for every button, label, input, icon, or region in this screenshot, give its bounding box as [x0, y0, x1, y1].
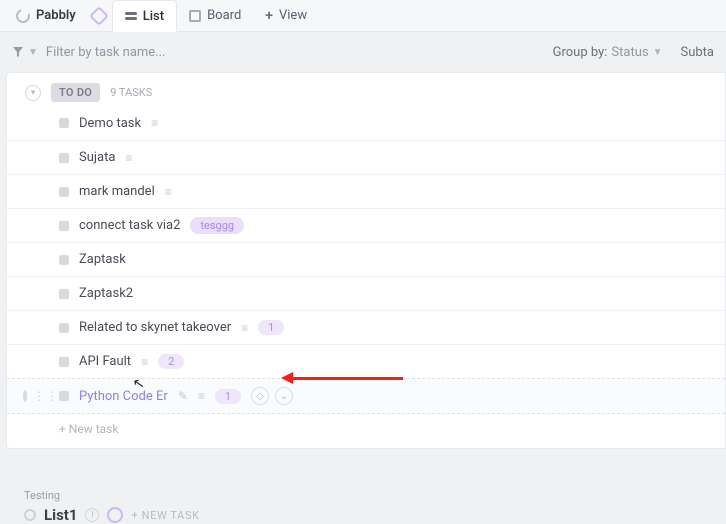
- tab-list[interactable]: List: [112, 0, 177, 32]
- chevron-down-icon: ▼: [28, 47, 38, 58]
- new-task-button[interactable]: + NEW TASK: [131, 509, 199, 522]
- subtask-count[interactable]: 1: [258, 320, 284, 335]
- description-icon: ≡: [141, 355, 148, 369]
- task-row[interactable]: Zaptask: [7, 242, 725, 276]
- filter-input[interactable]: Filter by task name...: [46, 45, 553, 60]
- funnel-icon: [12, 46, 24, 58]
- purple-badge-icon[interactable]: [107, 507, 123, 523]
- tab-board-label: Board: [207, 8, 241, 23]
- brand[interactable]: Pabbly: [6, 4, 86, 27]
- task-name[interactable]: mark mandel: [79, 184, 155, 199]
- status-square-icon[interactable]: [59, 118, 69, 128]
- task-name[interactable]: Demo task: [79, 116, 141, 131]
- filter-bar: ▼ Filter by task name... Group by: Statu…: [0, 32, 726, 72]
- task-row[interactable]: API Fault ≡ 2: [7, 344, 725, 378]
- task-row[interactable]: mark mandel ≡: [7, 174, 725, 208]
- tab-board[interactable]: Board: [177, 0, 253, 32]
- top-nav: Pabbly List Board + View: [0, 0, 726, 32]
- description-icon: ≡: [165, 185, 172, 199]
- task-name[interactable]: Related to skynet takeover: [79, 320, 231, 335]
- task-row[interactable]: Related to skynet takeover ≡ 1: [7, 310, 725, 344]
- status-square-icon[interactable]: [59, 153, 69, 163]
- space-badge-icon[interactable]: [89, 6, 109, 26]
- task-row[interactable]: Zaptask2: [7, 276, 725, 310]
- select-circle-icon[interactable]: [24, 509, 36, 521]
- description-icon: ≡: [151, 116, 158, 130]
- description-icon: ≡: [241, 321, 248, 335]
- task-name[interactable]: API Fault: [79, 354, 131, 369]
- plus-icon: +: [265, 8, 273, 24]
- filter-button[interactable]: ▼: [12, 46, 38, 58]
- section-header: ▾ TO DO 9 TASKS: [7, 73, 725, 106]
- status-square-icon[interactable]: [59, 323, 69, 333]
- task-name[interactable]: connect task via2: [79, 218, 180, 233]
- board-icon: [189, 10, 201, 22]
- new-task-button[interactable]: + New task: [7, 414, 725, 448]
- status-square-icon[interactable]: [59, 357, 69, 367]
- description-icon: ≡: [198, 389, 205, 403]
- tab-view-label: View: [279, 8, 307, 23]
- task-row[interactable]: Sujata ≡: [7, 140, 725, 174]
- task-row[interactable]: connect task via2 tesggg: [7, 208, 725, 242]
- subtasks-toggle[interactable]: Subta: [680, 45, 714, 60]
- description-icon: ≡: [125, 151, 132, 165]
- task-tag[interactable]: tesggg: [190, 217, 244, 234]
- list-title[interactable]: List1: [44, 506, 77, 524]
- secondary-list: Testing List1 i + NEW TASK: [0, 489, 726, 524]
- brand-label: Pabbly: [36, 8, 76, 23]
- group-label: Testing: [24, 489, 726, 502]
- task-list-pane: ▾ TO DO 9 TASKS Demo task ≡ Sujata ≡ mar…: [6, 72, 726, 449]
- assignee-icon[interactable]: ⌄: [275, 387, 293, 405]
- status-square-icon[interactable]: [59, 289, 69, 299]
- row-actions: ◇ ⌄: [251, 387, 293, 405]
- tab-list-label: List: [143, 9, 164, 24]
- subtask-count[interactable]: 2: [158, 354, 184, 369]
- task-name[interactable]: Zaptask2: [79, 286, 133, 301]
- list-icon: [125, 12, 137, 20]
- task-count: 9 TASKS: [110, 86, 152, 99]
- status-square-icon[interactable]: [59, 221, 69, 231]
- cursor-icon: ↖: [132, 375, 146, 393]
- tag-icon[interactable]: ◇: [251, 387, 269, 405]
- row-handle[interactable]: ⋮⋮: [13, 389, 53, 403]
- chevron-down-icon: ▼: [653, 47, 663, 58]
- group-by[interactable]: Group by: Status ▼: [553, 45, 663, 60]
- group-by-value: Status: [611, 45, 648, 60]
- status-square-icon[interactable]: [59, 187, 69, 197]
- edit-icon[interactable]: ✎: [178, 389, 188, 403]
- task-name[interactable]: Python Code Er: [79, 389, 168, 404]
- brand-swirl-icon: [14, 6, 33, 25]
- status-square-icon[interactable]: [59, 255, 69, 265]
- group-by-label: Group by:: [553, 45, 608, 60]
- info-icon[interactable]: i: [85, 508, 99, 522]
- task-row[interactable]: Demo task ≡: [7, 106, 725, 140]
- task-name[interactable]: Zaptask: [79, 252, 126, 267]
- collapse-toggle[interactable]: ▾: [25, 85, 41, 101]
- tab-add-view[interactable]: + View: [253, 0, 319, 32]
- status-chip[interactable]: TO DO: [51, 83, 100, 102]
- select-circle-icon[interactable]: [23, 390, 27, 402]
- task-name[interactable]: Sujata: [79, 150, 115, 165]
- status-square-icon[interactable]: [59, 391, 69, 401]
- drag-handle-icon[interactable]: ⋮⋮: [33, 389, 59, 403]
- subtask-count[interactable]: 1: [215, 389, 241, 404]
- task-row-hovered[interactable]: ⋮⋮ Python Code Er ✎ ≡ 1 ◇ ⌄: [7, 378, 725, 414]
